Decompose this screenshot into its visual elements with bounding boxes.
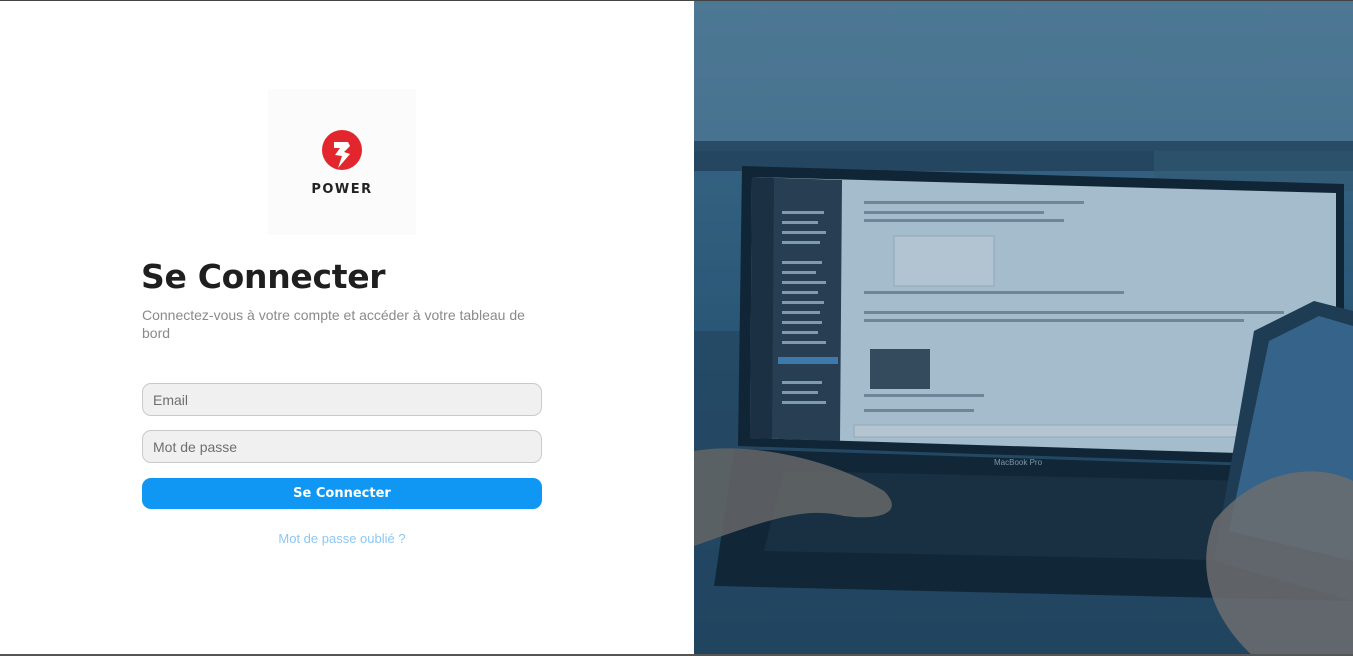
password-input[interactable] [142,430,542,463]
power-logo-icon [322,129,362,170]
brand-name: POWER [311,181,373,197]
login-page: POWER Se Connecter Connectez-vous à votr… [0,0,1353,656]
page-subtitle: Connectez-vous à votre compte et accéder… [142,307,525,341]
login-panel: POWER Se Connecter Connectez-vous à votr… [0,1,694,656]
forgot-password-link[interactable]: Mot de passe oublié ? [142,531,542,546]
login-button[interactable]: Se Connecter [142,478,542,509]
hero-image: MacBook Pro [694,1,1353,656]
page-title: Se Connecter [141,257,386,296]
email-input[interactable] [142,383,542,416]
hero-overlay [694,1,1353,656]
brand-logo: POWER [268,89,416,235]
